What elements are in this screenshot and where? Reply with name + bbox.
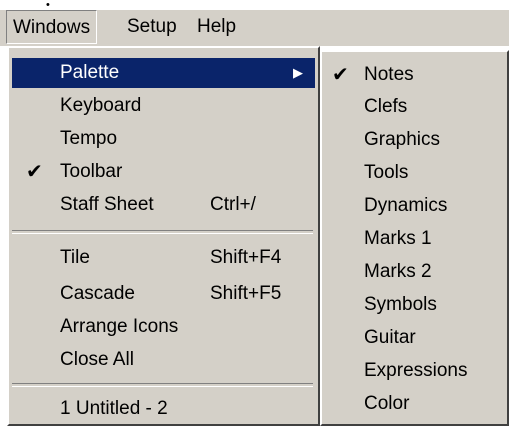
check-icon: ✔ [26,161,43,183]
submenu-item-clefs[interactable]: Clefs [324,92,507,122]
submenu-item-label: Guitar [364,327,416,348]
menu-item-label: Close All [60,349,134,370]
menu-item-label: Tempo [60,128,118,149]
menu-item-window-untitled[interactable]: 1 Untitled - 2 [12,394,315,424]
submenu-item-guitar[interactable]: Guitar [324,323,507,353]
submenu-item-label: Symbols [364,294,437,315]
menu-help[interactable]: Help [191,10,242,44]
menu-bar: Windows Setup Help [0,10,509,46]
menu-separator [12,230,313,234]
menu-item-shortcut: Shift+F4 [210,247,282,268]
menu-item-label: Toolbar [60,161,123,182]
submenu-item-color[interactable]: Color [324,389,507,419]
submenu-item-symbols[interactable]: Symbols [324,290,507,320]
windows-menu: Palette ▶ Keyboard Tempo ✔ Toolbar Staff… [7,46,320,426]
submenu-item-tools[interactable]: Tools [324,158,507,188]
submenu-item-marks-1[interactable]: Marks 1 [324,224,507,254]
menu-item-palette[interactable]: Palette ▶ [12,58,315,88]
menu-help-label: Help [197,16,237,37]
menu-item-keyboard[interactable]: Keyboard [12,91,315,121]
submenu-item-expressions[interactable]: Expressions [324,356,507,386]
title-bar-fragment: • [46,0,50,11]
submenu-item-label: Clefs [364,96,408,117]
submenu-item-notes[interactable]: ✔ Notes [324,60,507,90]
menu-item-label: Staff Sheet [60,194,154,215]
menu-item-close-all[interactable]: Close All [12,345,315,375]
menu-item-staff-sheet[interactable]: Staff Sheet Ctrl+/ [12,190,315,220]
menu-item-label: Keyboard [60,95,142,116]
submenu-item-graphics[interactable]: Graphics [324,125,507,155]
menu-item-label: 1 Untitled - 2 [60,398,168,419]
menu-item-shortcut: Ctrl+/ [210,194,256,215]
menu-windows-label: Windows [13,17,91,38]
check-icon: ✔ [332,64,349,86]
menu-item-tile[interactable]: Tile Shift+F4 [12,243,315,273]
submenu-item-label: Notes [364,64,414,85]
menu-item-label: Cascade [60,283,135,304]
menu-item-tempo[interactable]: Tempo [12,124,315,154]
submenu-item-label: Graphics [364,129,441,150]
menu-item-label: Tile [60,247,90,268]
menu-windows[interactable]: Windows [6,10,98,44]
menu-item-arrange-icons[interactable]: Arrange Icons [12,312,315,342]
menu-item-cascade[interactable]: Cascade Shift+F5 [12,279,315,309]
submenu-item-label: Expressions [364,360,468,381]
palette-submenu: ✔ Notes Clefs Graphics Tools Dynamics Ma… [320,50,509,426]
submenu-item-dynamics[interactable]: Dynamics [324,191,507,221]
menu-item-toolbar[interactable]: ✔ Toolbar [12,157,315,187]
submenu-arrow-icon: ▶ [293,65,303,80]
menu-separator [12,383,313,387]
menu-setup-label: Setup [127,16,177,37]
submenu-item-label: Marks 2 [364,261,432,282]
menu-setup[interactable]: Setup [121,10,183,44]
submenu-item-label: Tools [364,162,409,183]
submenu-item-label: Dynamics [364,195,448,216]
submenu-item-label: Color [364,393,410,414]
submenu-item-marks-2[interactable]: Marks 2 [324,257,507,287]
menu-item-shortcut: Shift+F5 [210,283,282,304]
submenu-item-label: Marks 1 [364,228,432,249]
menu-item-label: Arrange Icons [60,316,179,337]
menu-item-label: Palette [60,62,120,83]
